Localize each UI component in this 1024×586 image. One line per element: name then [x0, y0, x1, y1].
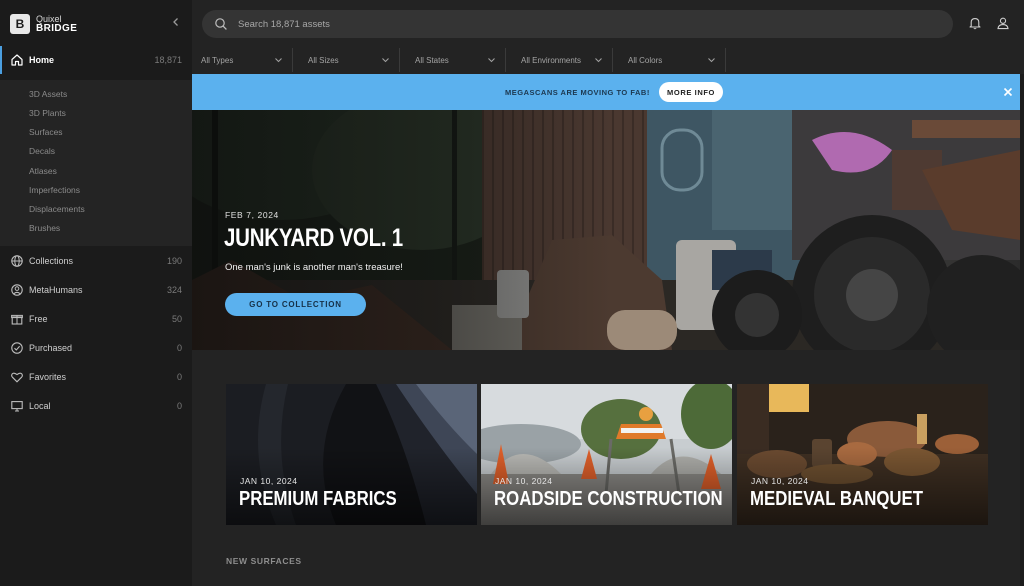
- card-date: JAN 10, 2024: [495, 476, 553, 486]
- sidebar-item-count: 0: [176, 372, 182, 382]
- sidebar-item-purchased[interactable]: Purchased 0: [0, 334, 192, 362]
- sidebar-item-free[interactable]: Free 50: [0, 305, 192, 333]
- hero-title: JUNKYARD VOL. 1: [224, 224, 403, 252]
- sidebar-item-label: Free: [29, 314, 48, 324]
- sidebar-item-count: 18,871: [154, 55, 182, 65]
- more-info-button[interactable]: MORE INFO: [659, 82, 723, 102]
- filter-colors-dropdown[interactable]: All Colors: [619, 48, 726, 72]
- bell-icon[interactable]: [968, 16, 982, 30]
- card-date: JAN 10, 2024: [240, 476, 298, 486]
- card-title: PREMIUM FABRICS: [239, 488, 397, 510]
- sidebar-item-label: Local: [29, 401, 51, 411]
- filter-label: All Environments: [521, 55, 582, 65]
- filter-bar: All Types All Sizes All States All Envir…: [192, 48, 1024, 72]
- sidebar-item-label: Purchased: [29, 343, 73, 353]
- logo-letter: B: [15, 17, 25, 31]
- sidebar-item-label: MetaHumans: [29, 285, 83, 295]
- hero-date: FEB 7, 2024: [225, 210, 279, 220]
- sidebar-item-local[interactable]: Local 0: [0, 392, 192, 420]
- collection-card-medieval-banquet[interactable]: JAN 10, 2024 MEDIEVAL BANQUET: [737, 384, 988, 525]
- search-input[interactable]: [238, 16, 938, 32]
- globe-icon: [11, 255, 23, 267]
- bridge-logo-icon: B: [10, 14, 30, 34]
- person-circle-icon: [11, 284, 23, 296]
- chevron-left-icon: [173, 18, 178, 26]
- filter-label: All Sizes: [308, 55, 339, 65]
- filter-label: All Types: [201, 55, 234, 65]
- sidebar-item-label: Favorites: [29, 372, 67, 382]
- sidebar-item-count: 324: [166, 285, 182, 295]
- category-submenu: 3D Assets 3D Plants Surfaces Decals Atla…: [0, 80, 192, 246]
- chevron-down-icon: [382, 58, 389, 63]
- sidebar: B Quixel BRIDGE Home 18,871 3D Assets 3D…: [0, 0, 192, 586]
- home-icon: [11, 54, 23, 66]
- filter-environments-dropdown[interactable]: All Environments: [512, 48, 613, 72]
- submenu-item-decals[interactable]: Decals: [29, 146, 55, 156]
- chevron-down-icon: [488, 58, 495, 63]
- submenu-item-surfaces[interactable]: Surfaces: [29, 127, 63, 137]
- monitor-icon: [11, 401, 23, 412]
- sidebar-item-favorites[interactable]: Favorites 0: [0, 363, 192, 391]
- scrollbar-track[interactable]: [1020, 74, 1024, 586]
- filter-label: All States: [415, 55, 449, 65]
- brand-logo[interactable]: B Quixel BRIDGE: [10, 12, 77, 36]
- filter-label: All Colors: [628, 55, 663, 65]
- sidebar-item-count: 190: [166, 256, 182, 266]
- close-icon[interactable]: [1002, 86, 1014, 98]
- filter-states-dropdown[interactable]: All States: [406, 48, 506, 72]
- submenu-item-atlases[interactable]: Atlases: [29, 166, 57, 176]
- sidebar-item-home[interactable]: Home 18,871: [0, 46, 192, 74]
- gift-icon: [11, 314, 23, 325]
- chevron-down-icon: [275, 58, 282, 63]
- sidebar-item-count: 0: [176, 343, 182, 353]
- search-icon: [215, 18, 227, 30]
- submenu-item-imperfections[interactable]: Imperfections: [29, 185, 80, 195]
- announcement-banner: MEGASCANS ARE MOVING TO FAB! MORE INFO: [192, 74, 1020, 110]
- submenu-item-3d-plants[interactable]: 3D Plants: [29, 108, 66, 118]
- sidebar-item-count: 0: [176, 401, 182, 411]
- sidebar-item-label: Collections: [29, 256, 74, 266]
- check-circle-icon: [11, 342, 23, 354]
- collection-card-roadside-construction[interactable]: JAN 10, 2024 ROADSIDE CONSTRUCTION: [481, 384, 732, 525]
- hero-featured-collection[interactable]: FEB 7, 2024 JUNKYARD VOL. 1 One man's ju…: [192, 110, 1020, 350]
- heart-icon: [11, 372, 23, 383]
- submenu-item-3d-assets[interactable]: 3D Assets: [29, 89, 67, 99]
- card-date: JAN 10, 2024: [751, 476, 809, 486]
- sidebar-item-count: 50: [171, 314, 182, 324]
- collection-card-premium-fabrics[interactable]: JAN 10, 2024 PREMIUM FABRICS: [226, 384, 477, 525]
- sidebar-item-metahumans[interactable]: MetaHumans 324: [0, 276, 192, 304]
- top-bar: [192, 0, 1024, 46]
- chevron-down-icon: [595, 58, 602, 63]
- submenu-item-displacements[interactable]: Displacements: [29, 204, 85, 214]
- search-bar[interactable]: [202, 10, 953, 38]
- go-to-collection-button[interactable]: GO TO COLLECTION: [225, 293, 366, 316]
- brand-text: Quixel BRIDGE: [36, 15, 78, 34]
- collapse-sidebar-button[interactable]: [168, 14, 184, 30]
- sidebar-item-label: Home: [29, 55, 55, 65]
- section-title-new-surfaces: NEW SURFACES: [226, 556, 302, 566]
- card-title: MEDIEVAL BANQUET: [750, 488, 923, 510]
- submenu-item-brushes[interactable]: Brushes: [29, 223, 60, 233]
- sidebar-item-collections[interactable]: Collections 190: [0, 247, 192, 275]
- user-icon[interactable]: [996, 16, 1010, 30]
- filter-types-dropdown[interactable]: All Types: [192, 48, 293, 72]
- brand-line-2: BRIDGE: [36, 23, 78, 34]
- banner-text: MEGASCANS ARE MOVING TO FAB!: [505, 88, 650, 97]
- hero-subtitle: One man's junk is another man's treasure…: [225, 262, 403, 273]
- filter-sizes-dropdown[interactable]: All Sizes: [299, 48, 400, 72]
- card-title: ROADSIDE CONSTRUCTION: [494, 488, 723, 510]
- chevron-down-icon: [708, 58, 715, 63]
